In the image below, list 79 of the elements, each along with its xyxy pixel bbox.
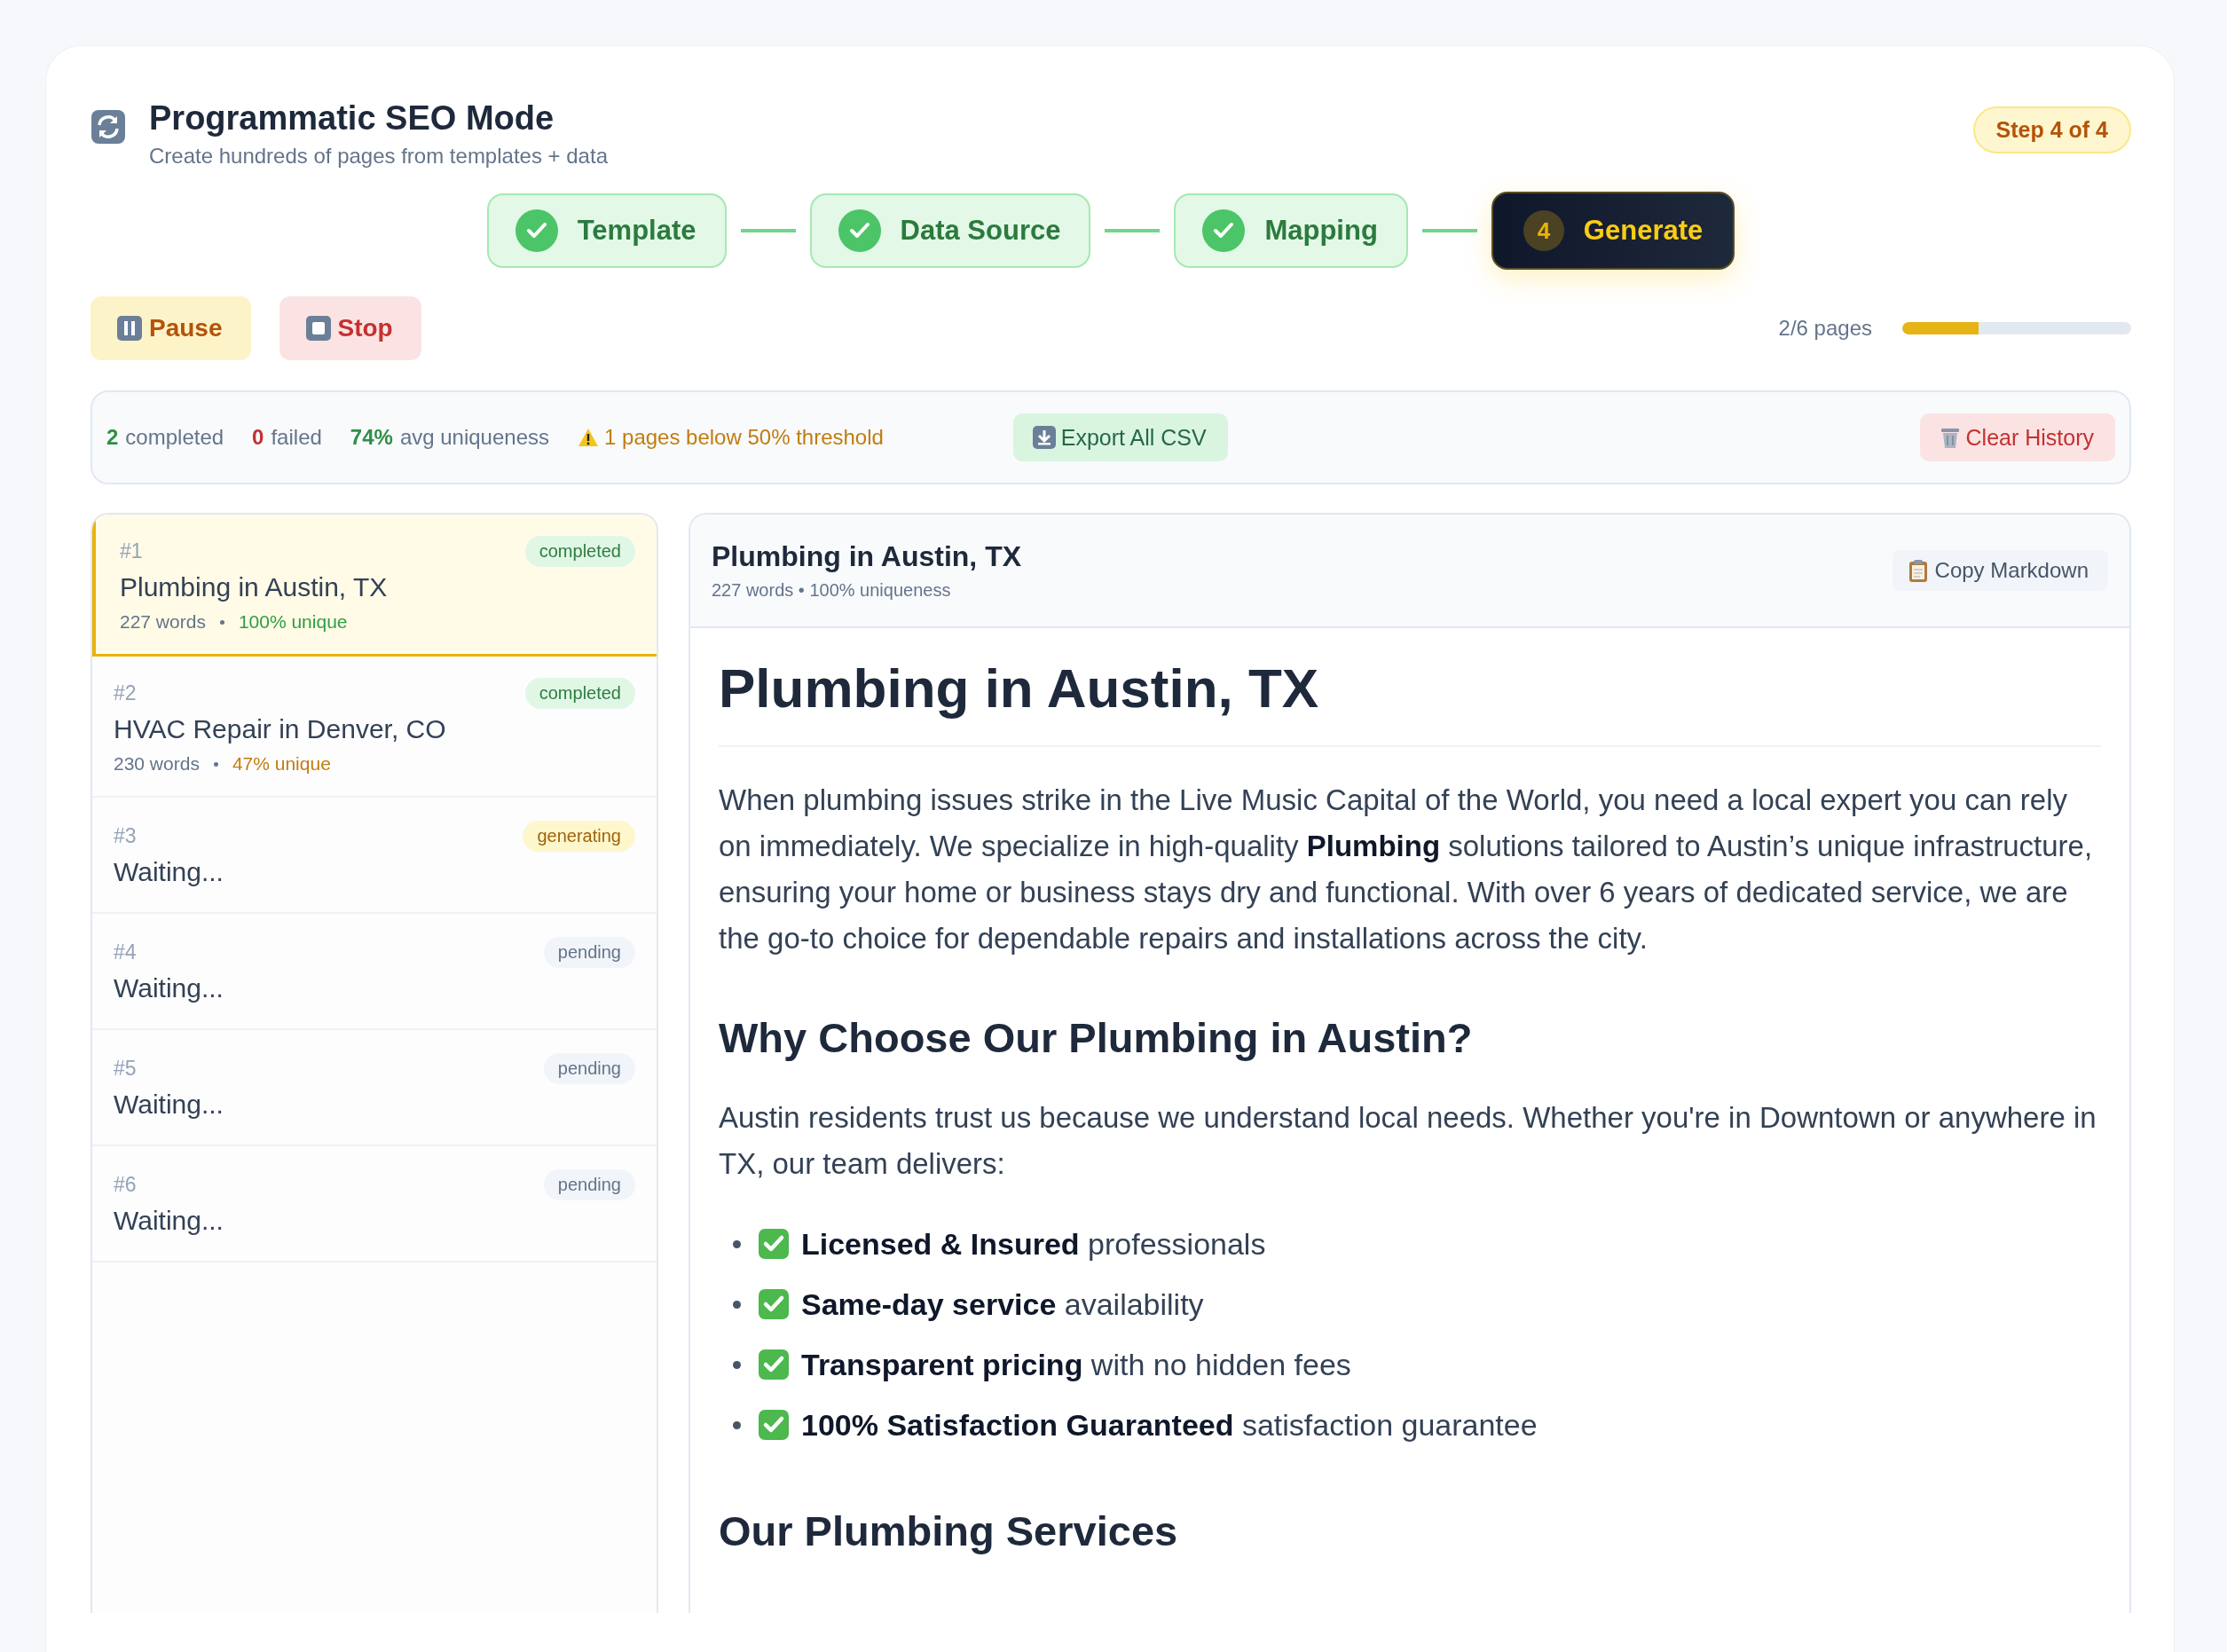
step-tab[interactable]: Data Source [809, 193, 1091, 268]
uniqueness-score: 47% unique [232, 753, 331, 775]
list-item-text: Transparent pricing with no hidden fees [801, 1347, 1351, 1382]
page-title: Waiting... [114, 1090, 224, 1120]
page-number: #3 [114, 824, 137, 848]
stop-icon [305, 316, 331, 341]
step-tab[interactable]: Mapping [1174, 193, 1408, 268]
export-button[interactable]: Export All CSV [1012, 413, 1228, 461]
check-box-icon [759, 1229, 789, 1259]
page-number: #4 [114, 940, 137, 964]
preview-title: Plumbing in Austin, TX [712, 540, 1021, 573]
paragraph: When plumbing issues strike in the Live Music Capital of the World, you need a local expert you can rely on immediately. We specialize in high-quality Plumbing solutions tailored to Austin’s unique infrastructure, ensuring your home or business stays dry and functional. With over 6 years of dedicated service, we are the go-to choice for dependable repairs and installations across the city. [719, 783, 2094, 956]
status-badge: generating [523, 821, 635, 852]
check-box-icon [759, 1349, 789, 1380]
list-item-text: 100% Satisfaction Guaranteed satisfaction guarantee [801, 1407, 1538, 1443]
step-badge: Step 4 of 4 [1972, 106, 2131, 153]
copy-markdown-button[interactable]: Copy Markdown [1892, 550, 2108, 591]
status-badge: completed [524, 536, 635, 567]
check-icon [838, 209, 881, 252]
page-number: #1 [120, 539, 143, 563]
check-box-icon [759, 1410, 789, 1440]
uniqueness-score: 100% unique [238, 611, 348, 633]
page-title: Plumbing in Austin, TX [120, 572, 389, 602]
preview-meta: 227 words • 100% uniqueness [712, 580, 952, 601]
status-badge: completed [524, 678, 635, 709]
step-number: 4 [1523, 210, 1564, 251]
completed-count: 2 [106, 425, 119, 450]
check-box-icon [759, 1289, 789, 1319]
progress-reading: 2/6 pages [1778, 316, 1872, 341]
check-icon [515, 209, 558, 252]
page-list-item[interactable]: #1 completed Plumbing in Austin, TX 227 words 100% unique [92, 515, 657, 657]
page-number: #2 [114, 681, 137, 705]
pause-icon [117, 316, 142, 341]
list-item-text: Same-day service availability [801, 1286, 1204, 1322]
threshold-warning: 1 pages below 50% threshold [604, 425, 884, 450]
stop-button[interactable]: Stop [279, 296, 421, 360]
paragraph: Austin residents trust us because we understand local needs. Whether you're in Downtown or anywhere in TX, our team delivers: [719, 1100, 2097, 1182]
clear-history-button[interactable]: Clear History [1919, 413, 2115, 461]
page-list-item[interactable]: #6 pending Waiting... [92, 1146, 657, 1263]
bullet-dot [733, 1300, 741, 1309]
trash-icon [1939, 426, 1961, 449]
page-number: #5 [114, 1057, 137, 1081]
clipboard-icon [1908, 559, 1928, 582]
separator-dot [219, 619, 224, 625]
page-list-item[interactable]: #5 pending Waiting... [92, 1030, 657, 1146]
page-list-item[interactable]: #3 generating Waiting... [92, 798, 657, 914]
page-title: Waiting... [114, 857, 224, 887]
pause-button[interactable]: Pause [90, 296, 251, 360]
check-icon [1202, 209, 1246, 252]
status-badge: pending [543, 937, 635, 968]
bullet-dot [733, 1239, 741, 1248]
status-badge: pending [543, 1169, 635, 1200]
app-subtitle: Create hundreds of pages from templates + data [149, 144, 608, 169]
page-title: Waiting... [114, 973, 224, 1003]
page-heading: Plumbing in Austin, TX [719, 653, 2101, 747]
page-list-item[interactable]: #2 completed HVAC Repair in Denver, CO 230 words 47% unique [92, 657, 657, 798]
completed-label: completed [125, 425, 224, 450]
bullet-dot [733, 1420, 741, 1429]
word-count: 230 words [114, 753, 200, 775]
page-list-item[interactable]: #4 pending Waiting... [92, 914, 657, 1030]
status-badge: pending [543, 1053, 635, 1084]
page-number: #6 [114, 1173, 137, 1197]
failed-count: 0 [252, 425, 264, 450]
download-icon [1032, 426, 1056, 449]
uniqueness-label: avg uniqueness [399, 425, 549, 450]
warning-icon [578, 428, 599, 447]
bullet-dot [733, 1360, 741, 1369]
separator-dot [213, 761, 218, 767]
section-heading: Why Choose Our Plumbing in Austin? [719, 1013, 1474, 1063]
word-count: 227 words [120, 611, 206, 633]
uniqueness-value: 74% [350, 425, 393, 450]
failed-label: failed [271, 425, 322, 450]
section-heading: Our Plumbing Services [719, 1506, 1179, 1556]
step-tab[interactable]: Template [486, 193, 727, 268]
refresh-icon [90, 109, 126, 145]
app-title: Programmatic SEO Mode [149, 98, 555, 138]
page-title: HVAC Repair in Denver, CO [114, 714, 447, 744]
list-item-text: Licensed & Insured professionals [801, 1226, 1266, 1262]
page-title: Waiting... [114, 1206, 224, 1236]
